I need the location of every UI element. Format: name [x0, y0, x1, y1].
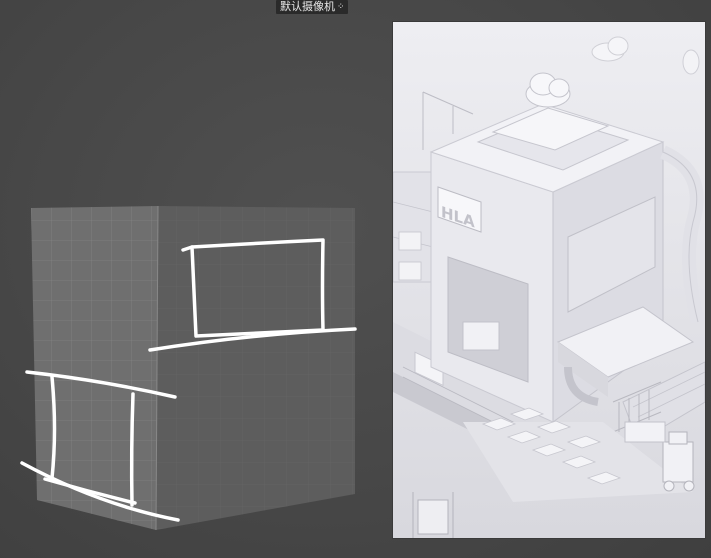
cube-right-face[interactable]	[156, 206, 355, 530]
balloon-icon	[682, 49, 700, 75]
3d-viewport[interactable]: 默认摄像机 ⁘ HLA	[0, 0, 711, 558]
render-reference-image: HLA	[393, 22, 705, 538]
render-illustration: HLA	[393, 22, 705, 538]
